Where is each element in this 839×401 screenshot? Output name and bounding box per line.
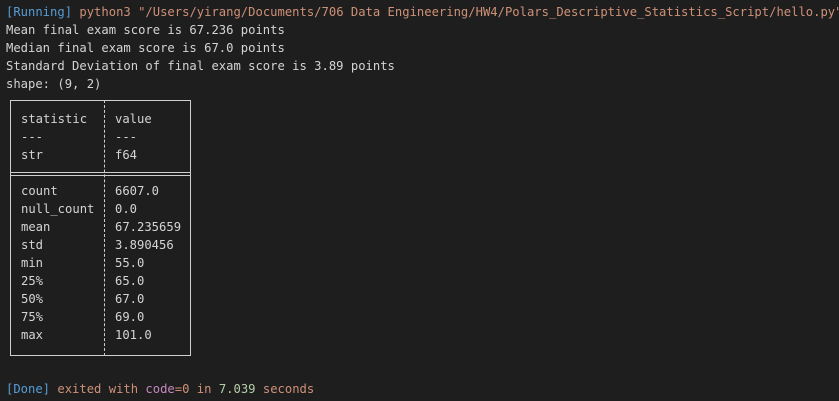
- done-line: [Done] exited with code=0 in 7.039 secon…: [6, 380, 314, 398]
- run-command: python3 "/Users/yirang/Documents/706 Dat…: [72, 5, 839, 19]
- table-cell-statistic: std: [21, 238, 44, 252]
- table-cell-statistic: min: [21, 256, 44, 270]
- table-border-right: [190, 100, 191, 356]
- table-cell-value: 0.0: [115, 202, 138, 216]
- output-line-median: Median final exam score is 67.0 points: [6, 41, 285, 55]
- table-header-value: value: [115, 112, 152, 126]
- statistics-table: statistic value --- --- str f64 count 66…: [10, 100, 191, 356]
- table-cell-value: 101.0: [115, 328, 152, 342]
- done-tag: [Done]: [6, 382, 51, 396]
- table-cell-statistic: null_count: [21, 202, 95, 216]
- table-cell-statistic: mean: [21, 220, 51, 234]
- running-tag: [Running]: [6, 5, 73, 19]
- running-line: [Running] python3 "/Users/yirang/Documen…: [6, 3, 839, 21]
- table-column-divider: [104, 100, 105, 356]
- table-header-divider: [10, 175, 191, 176]
- table-cell-statistic: max: [21, 328, 44, 342]
- table-cell-statistic: count: [21, 184, 58, 198]
- table-cell-value: 69.0: [115, 310, 145, 324]
- table-border-bottom: [10, 355, 191, 356]
- table-header-divider: [10, 172, 191, 173]
- done-text-in: in: [189, 382, 219, 396]
- done-text-seconds: seconds: [255, 382, 315, 396]
- table-cell-statistic: 50%: [21, 292, 44, 306]
- output-panel: [Running] python3 "/Users/yirang/Documen…: [0, 0, 839, 401]
- table-border-top: [10, 100, 191, 101]
- table-header-separator: ---: [115, 130, 138, 144]
- table-dtype-value: f64: [115, 148, 138, 162]
- table-cell-value: 65.0: [115, 274, 145, 288]
- table-dtype-statistic: str: [21, 148, 44, 162]
- table-cell-value: 67.235659: [115, 220, 182, 234]
- exit-code-label: code: [145, 382, 175, 396]
- table-cell-statistic: 25%: [21, 274, 44, 288]
- elapsed-seconds: 7.039: [218, 382, 256, 396]
- table-header-statistic: statistic: [21, 112, 88, 126]
- table-cell-value: 6607.0: [115, 184, 160, 198]
- exit-code-value: =0: [174, 382, 190, 396]
- table-cell-value: 55.0: [115, 256, 145, 270]
- table-cell-statistic: 75%: [21, 310, 44, 324]
- output-line-shape: shape: (9, 2): [6, 77, 102, 91]
- table-border-left: [10, 100, 11, 356]
- table-header-separator: ---: [21, 130, 44, 144]
- output-line-std: Standard Deviation of final exam score i…: [6, 59, 395, 73]
- done-text-exited: exited with: [50, 382, 146, 396]
- table-cell-value: 67.0: [115, 292, 145, 306]
- table-cell-value: 3.890456: [115, 238, 174, 252]
- output-line-mean: Mean final exam score is 67.236 points: [6, 23, 285, 37]
